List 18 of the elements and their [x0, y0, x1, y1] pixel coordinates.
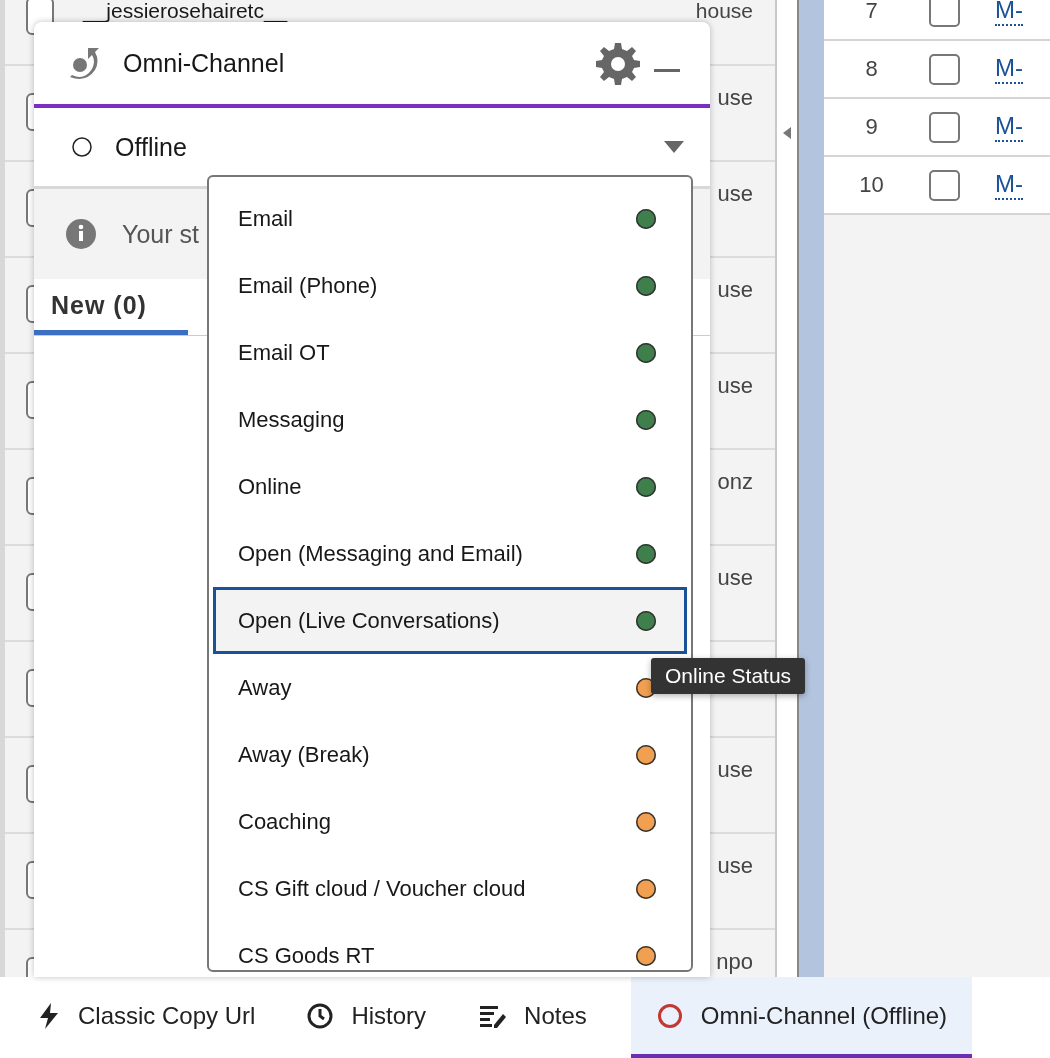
table-cell: npo [716, 951, 753, 973]
table-cell: use [717, 759, 753, 781]
info-text: Your st [122, 219, 199, 249]
table-cell: use [717, 567, 753, 589]
table-cell: use [717, 279, 753, 301]
table-cell: use [717, 855, 753, 877]
table-cell: onz [717, 471, 753, 493]
table-cell: house [695, 0, 753, 21]
row-number: 7 [864, 0, 879, 24]
tooltip: Online Status [651, 658, 806, 694]
record-name: __jessierosehairetc__ [83, 0, 288, 21]
row-number: 8 [864, 56, 879, 82]
panel-title: Omni-Channel [123, 48, 286, 78]
row-number: 9 [864, 114, 879, 140]
table-cell: use [717, 375, 753, 397]
table-cell: use [717, 183, 753, 205]
table-cell: use [717, 87, 753, 109]
row-number: 10 [858, 172, 885, 198]
